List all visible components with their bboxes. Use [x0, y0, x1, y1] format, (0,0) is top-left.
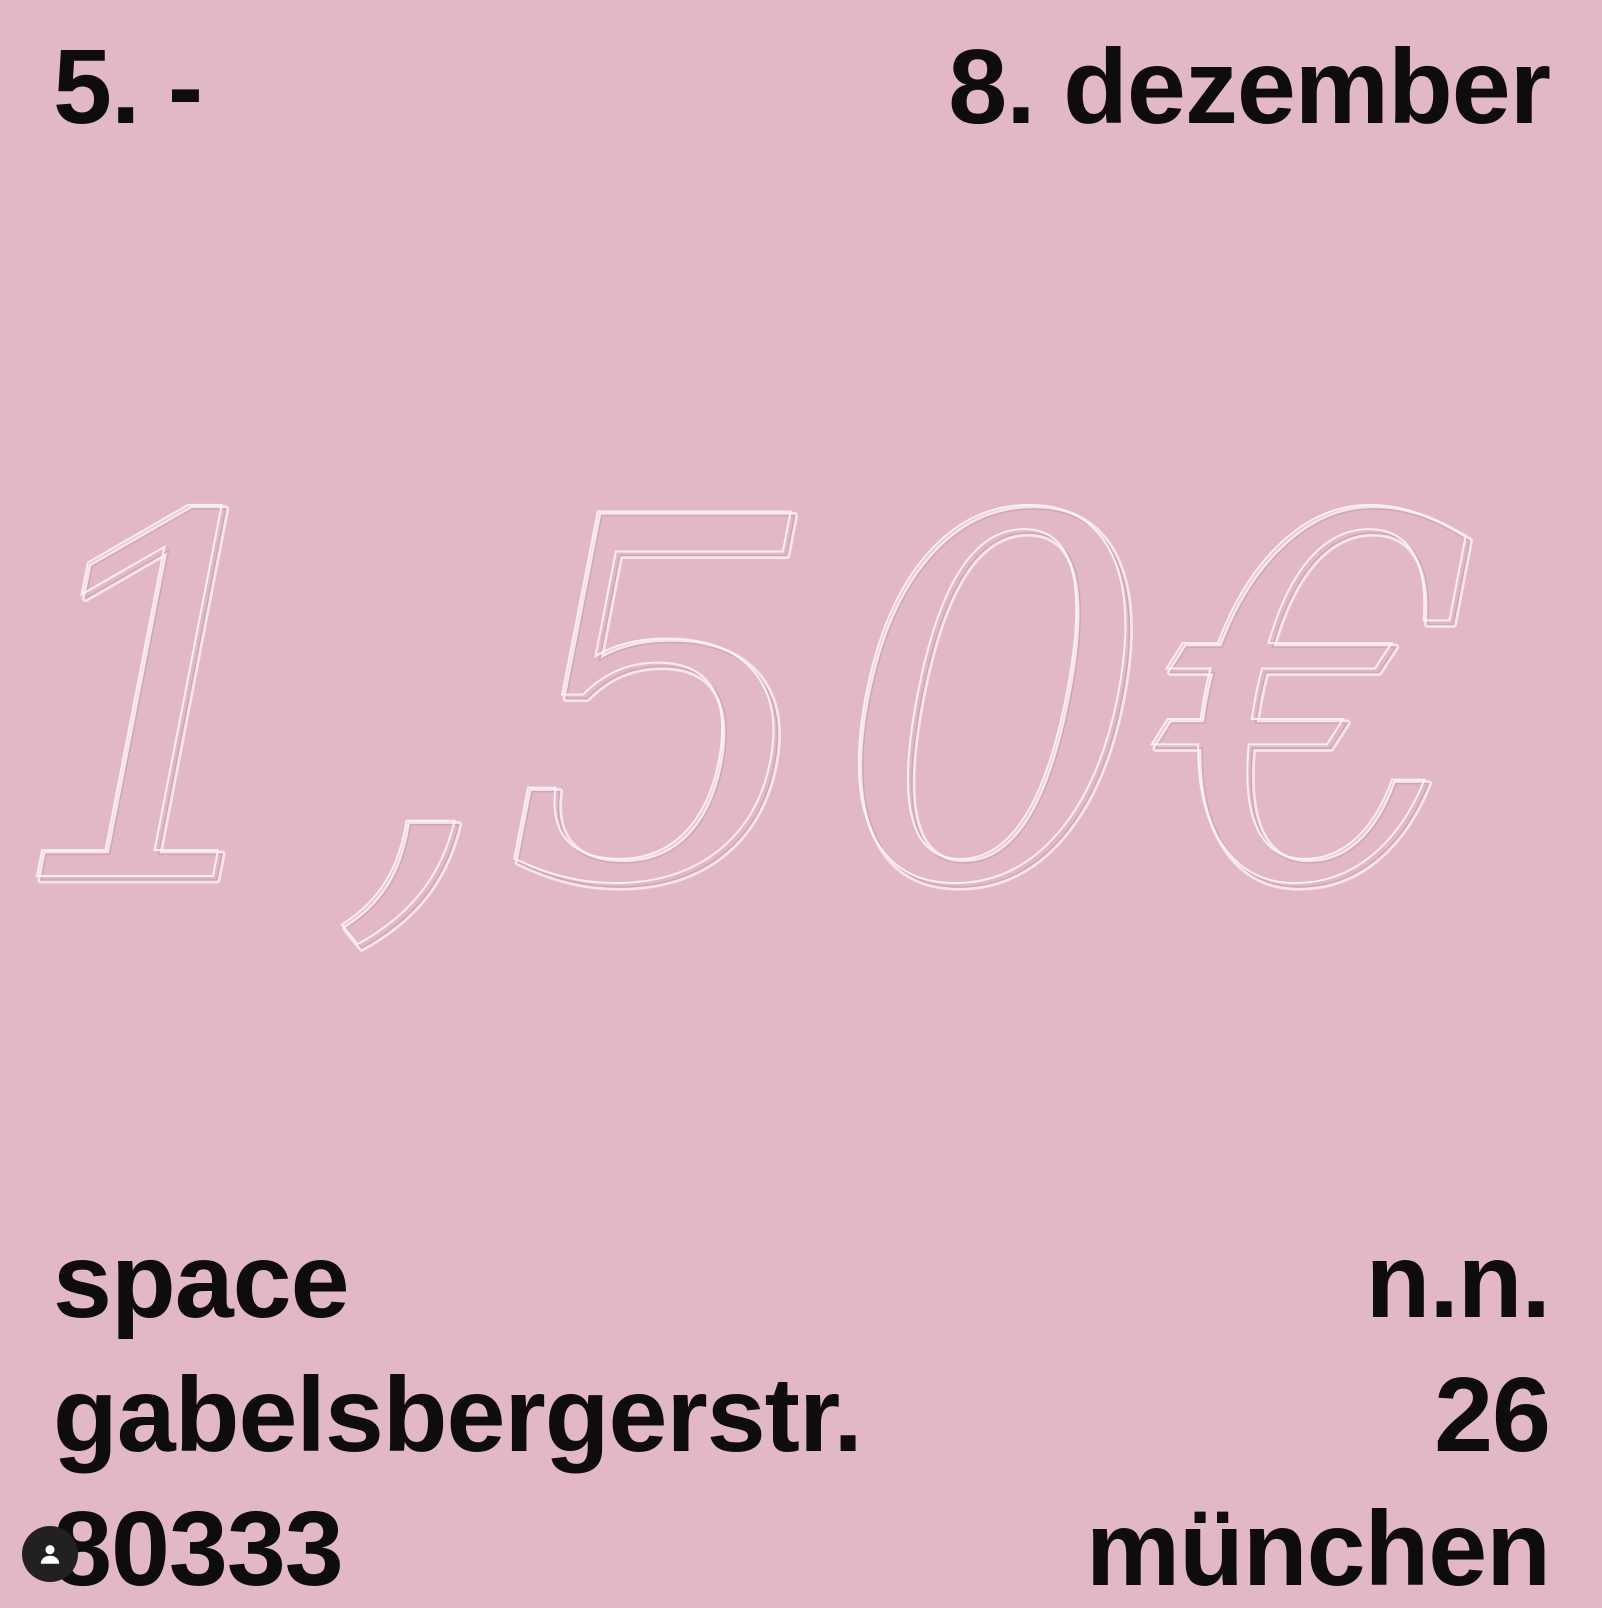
poster: 5. - 8. dezember 1,50€ 1,50€ 1,50€ space… — [0, 0, 1602, 1606]
venue-number: 26 — [1434, 1356, 1551, 1474]
venue-zip: 80333 — [53, 1490, 344, 1608]
venue-city: münchen — [1085, 1490, 1551, 1608]
price-graphic: 1,50€ 1,50€ 1,50€ — [1, 411, 1489, 1002]
date-start: 5. - — [53, 28, 203, 146]
price-highlight-text: 1,50€ — [2, 412, 1493, 994]
person-icon — [40, 1545, 60, 1564]
venue-name: space — [53, 1222, 350, 1340]
venue-street: gabelsbergerstr. — [53, 1356, 863, 1474]
venue-suffix: n.n. — [1365, 1222, 1551, 1340]
price-display: 1,50€ 1,50€ 1,50€ — [0, 411, 1602, 1002]
date-end: 8. dezember — [948, 28, 1551, 146]
user-icon[interactable] — [22, 1526, 78, 1582]
